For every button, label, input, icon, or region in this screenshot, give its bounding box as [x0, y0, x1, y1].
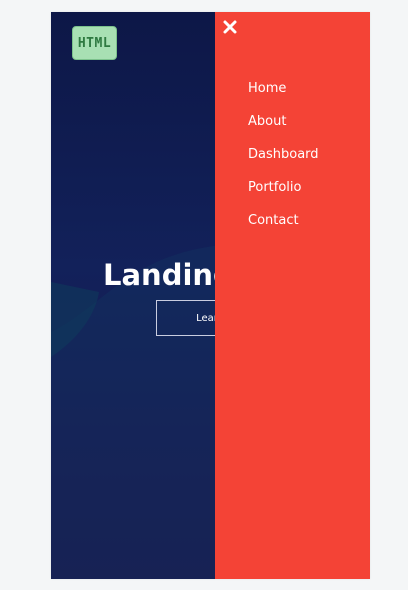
side-navigation-menu: Home About Dashboard Portfolio Contact — [215, 12, 370, 579]
logo[interactable]: HTML — [72, 26, 117, 60]
nav-list: Home About Dashboard Portfolio Contact — [248, 72, 319, 237]
nav-link-contact[interactable]: Contact — [248, 213, 299, 228]
nav-link-dashboard[interactable]: Dashboard — [248, 147, 319, 162]
nav-item-about: About — [248, 105, 319, 138]
page-viewport: HTML Landing Learn M Home About Dashboar… — [51, 12, 370, 579]
nav-link-portfolio[interactable]: Portfolio — [248, 180, 301, 195]
nav-item-portfolio: Portfolio — [248, 171, 319, 204]
close-icon[interactable] — [222, 19, 238, 35]
nav-item-home: Home — [248, 72, 319, 105]
nav-link-about[interactable]: About — [248, 114, 286, 129]
nav-item-dashboard: Dashboard — [248, 138, 319, 171]
nav-link-home[interactable]: Home — [248, 81, 286, 96]
nav-item-contact: Contact — [248, 204, 319, 237]
